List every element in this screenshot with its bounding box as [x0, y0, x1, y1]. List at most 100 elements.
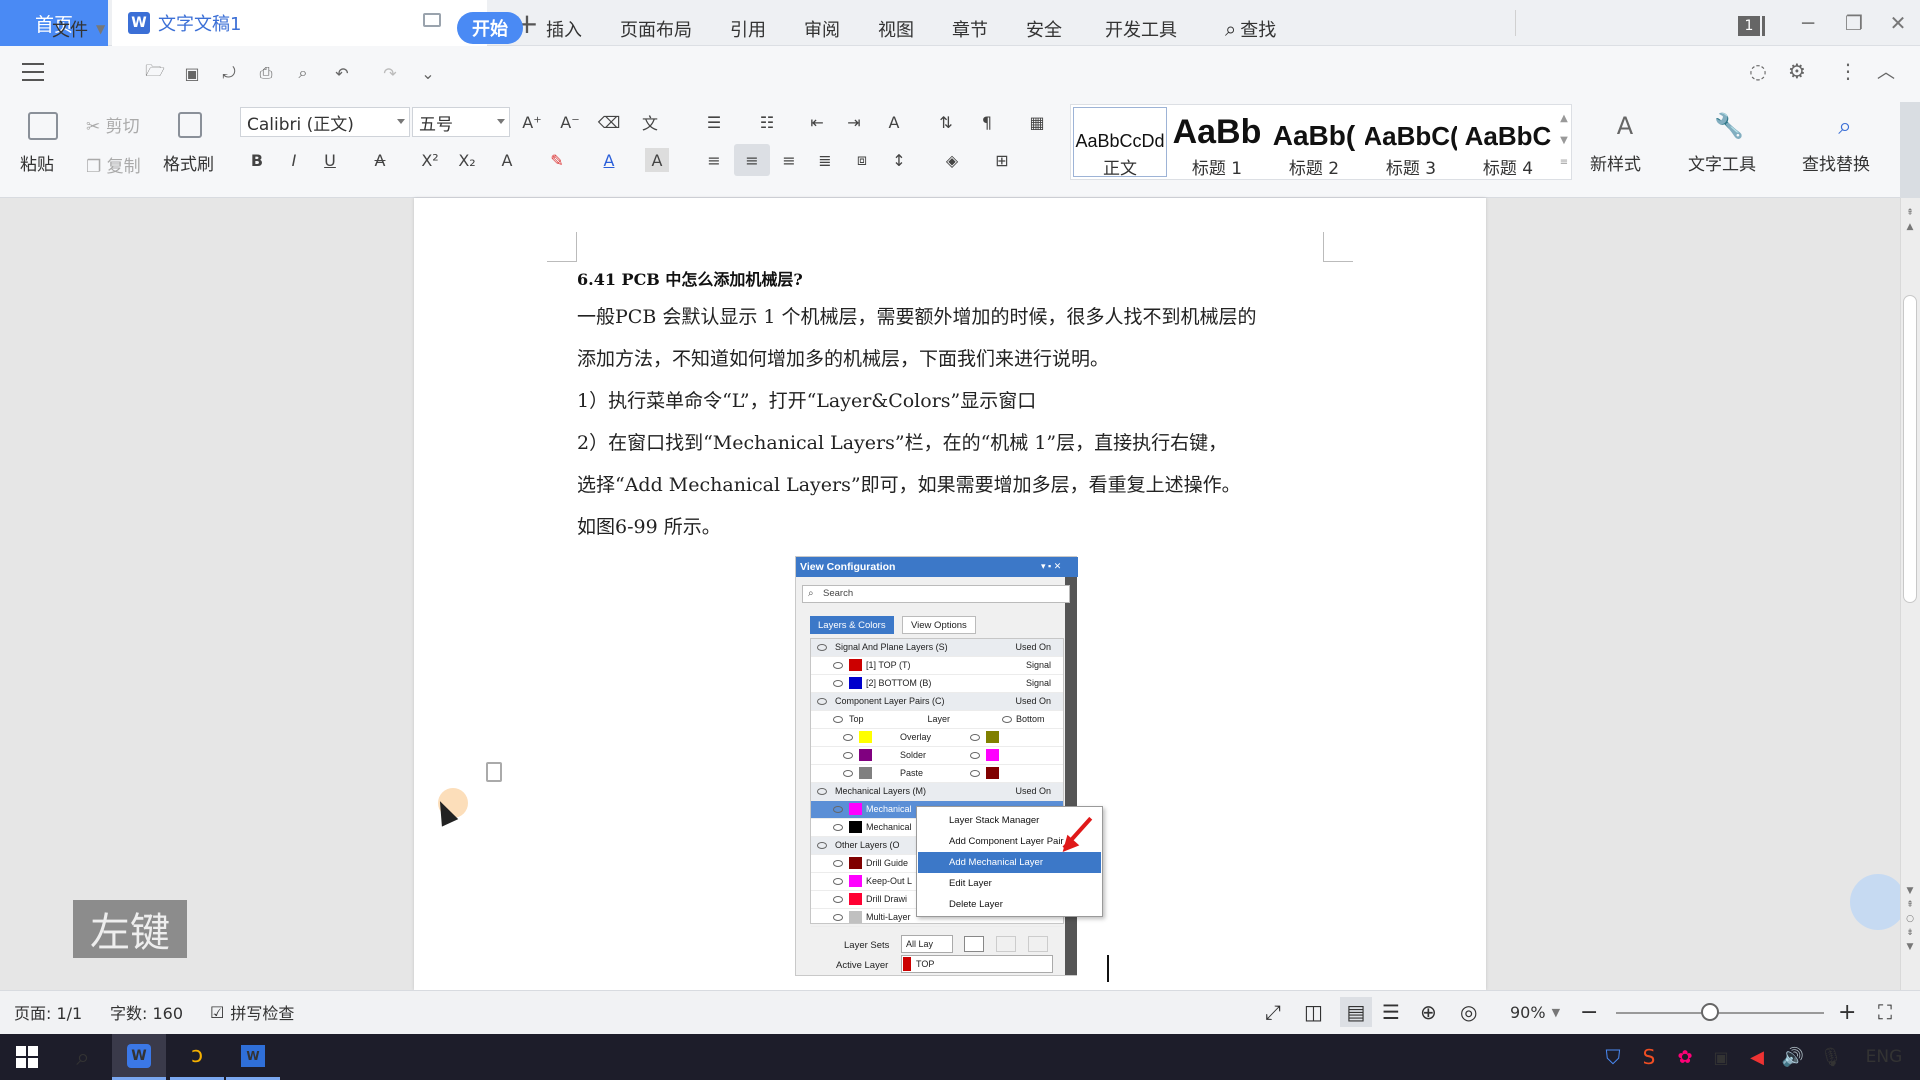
- undo-icon[interactable]: ↶: [332, 64, 352, 83]
- print-icon[interactable]: ⎙: [256, 63, 276, 82]
- tray-box-icon[interactable]: ▣: [1706, 1034, 1736, 1080]
- zoom-slider-thumb[interactable]: [1700, 1003, 1719, 1021]
- borders-icon[interactable]: ⊞: [990, 148, 1014, 172]
- tray-flag-icon[interactable]: ◀: [1742, 1034, 1772, 1080]
- grow-font-icon[interactable]: A⁺: [520, 110, 544, 134]
- shading-icon[interactable]: ◈: [940, 148, 964, 172]
- justify-icon[interactable]: ≣: [813, 148, 837, 172]
- shrink-font-icon[interactable]: A⁻: [558, 110, 582, 134]
- clear-format-icon[interactable]: ⌫: [597, 110, 621, 134]
- fit-page-icon[interactable]: ⛶: [1878, 1000, 1892, 1024]
- highlight-icon[interactable]: ✎: [545, 148, 569, 172]
- italic-icon[interactable]: I: [282, 148, 306, 172]
- window-count-badge[interactable]: 1: [1738, 16, 1760, 36]
- table-border-icon[interactable]: ▦: [1025, 110, 1049, 134]
- windows-start-icon[interactable]: [0, 1034, 54, 1080]
- tab-developer[interactable]: 开发工具: [1105, 14, 1177, 44]
- settings-icon[interactable]: ⚙: [1787, 59, 1807, 83]
- more-icon[interactable]: ⋮: [1838, 59, 1858, 83]
- bullet-list-icon[interactable]: ☰: [702, 110, 726, 134]
- app-taskbar-icon[interactable]: ↄ: [170, 1034, 224, 1080]
- reading-mode-icon[interactable]: ◫: [1304, 1000, 1323, 1024]
- microphone-icon[interactable]: 🎙: [1816, 1034, 1846, 1080]
- zoom-out-icon[interactable]: −: [1580, 1000, 1598, 1025]
- style-heading-4[interactable]: AaBbC 标题 4: [1461, 107, 1555, 179]
- tab-page-layout[interactable]: 页面布局: [620, 14, 692, 44]
- copy-button[interactable]: ❐ 复制: [86, 152, 141, 177]
- format-painter-button[interactable]: 格式刷: [163, 150, 214, 175]
- superscript-icon[interactable]: X²: [418, 148, 442, 172]
- tab-document[interactable]: W 文字文稿1: [112, 0, 487, 46]
- scroll-up-icon[interactable]: ⇞ ▲: [1903, 206, 1917, 234]
- tab-insert[interactable]: 插入: [546, 14, 582, 44]
- floating-assistant-icon[interactable]: [1850, 874, 1906, 930]
- collapse-ribbon-icon[interactable]: ︿: [1876, 62, 1896, 83]
- find-replace-button[interactable]: 查找替换: [1802, 150, 1870, 175]
- text-effect-icon[interactable]: A: [495, 148, 519, 172]
- close-icon[interactable]: ✕: [1878, 10, 1918, 36]
- minimize-icon[interactable]: ─: [1788, 10, 1828, 36]
- spell-check-button[interactable]: ☑ 拼写检查: [210, 1001, 294, 1024]
- zoom-in-icon[interactable]: +: [1838, 1000, 1856, 1025]
- strikethrough-icon[interactable]: A: [368, 148, 392, 172]
- outline-view-icon[interactable]: ☰: [1382, 1000, 1400, 1024]
- zoom-select[interactable]: 90% ▼: [1510, 1001, 1560, 1023]
- font-color-icon[interactable]: A: [597, 148, 621, 172]
- show-marks-icon[interactable]: ¶: [975, 110, 999, 134]
- word-count[interactable]: 字数: 160: [110, 1001, 183, 1023]
- scroll-nav-icons[interactable]: ▼ ⇞ ○ ⇟ ▼: [1903, 884, 1917, 954]
- tab-review[interactable]: 审阅: [804, 14, 840, 44]
- shield-icon[interactable]: ⛉: [1598, 1034, 1628, 1080]
- bold-icon[interactable]: B: [245, 148, 269, 172]
- cut-button[interactable]: ✂ 剪切: [86, 112, 140, 137]
- font-name-select[interactable]: Calibri (正文): [240, 107, 410, 137]
- style-normal[interactable]: AaBbCcDd 正文: [1073, 107, 1167, 179]
- distributed-icon[interactable]: ⧈: [850, 148, 874, 172]
- tab-start[interactable]: 开始: [457, 12, 523, 44]
- tray-app-icon[interactable]: ✿: [1670, 1034, 1700, 1080]
- comment-icon[interactable]: ◌: [1748, 59, 1768, 83]
- restore-icon[interactable]: ❐: [1834, 10, 1874, 36]
- open-icon[interactable]: 🗁: [145, 61, 165, 82]
- tab-view[interactable]: 视图: [878, 14, 914, 44]
- input-method-icon[interactable]: S: [1634, 1034, 1664, 1080]
- pinyin-icon[interactable]: 文: [638, 110, 662, 134]
- tab-references[interactable]: 引用: [730, 14, 766, 44]
- scrollbar-thumb[interactable]: [1903, 295, 1917, 603]
- decrease-indent-icon[interactable]: ⇤: [805, 110, 829, 134]
- fullscreen-icon[interactable]: ⤢: [1265, 1000, 1281, 1024]
- style-heading-1[interactable]: AaBb 标题 1: [1170, 107, 1264, 179]
- numbered-list-icon[interactable]: ☷: [755, 110, 779, 134]
- paste-options-icon[interactable]: [486, 762, 502, 782]
- tab-chapter[interactable]: 章节: [952, 14, 988, 44]
- line-spacing-icon[interactable]: ↕: [887, 148, 911, 172]
- paste-button[interactable]: 粘贴: [20, 150, 54, 175]
- volume-icon[interactable]: 🔊: [1778, 1034, 1808, 1080]
- file-menu[interactable]: 文件 ▼: [52, 14, 105, 44]
- format-painter-icon[interactable]: [178, 112, 202, 138]
- redo-icon[interactable]: ↷: [380, 64, 400, 83]
- subscript-icon[interactable]: X₂: [455, 148, 479, 172]
- chinese-layout-icon[interactable]: A: [882, 110, 906, 134]
- styles-scroll-icon[interactable]: ▲ ▼ ≡: [1558, 108, 1570, 176]
- customize-chevron-icon[interactable]: ⌄: [418, 64, 438, 83]
- underline-icon[interactable]: U: [318, 148, 342, 172]
- language-indicator[interactable]: ENG: [1852, 1034, 1916, 1080]
- tab-security[interactable]: 安全: [1026, 14, 1062, 44]
- zoom-slider[interactable]: [1616, 1012, 1824, 1014]
- char-shading-icon[interactable]: A: [645, 148, 669, 172]
- align-center-icon[interactable]: ≡: [734, 144, 770, 176]
- sort-icon[interactable]: ⇅: [934, 110, 958, 134]
- search-command[interactable]: ⌕ 查找: [1225, 14, 1276, 44]
- page-indicator[interactable]: 页面: 1/1: [14, 1001, 82, 1023]
- font-size-select[interactable]: 五号: [412, 107, 510, 137]
- align-left-icon[interactable]: ≡: [702, 148, 726, 172]
- new-style-button[interactable]: 新样式: [1590, 150, 1641, 175]
- style-heading-3[interactable]: AaBbC( 标题 3: [1364, 107, 1458, 179]
- hamburger-icon[interactable]: [22, 63, 44, 81]
- output-icon[interactable]: ⤾: [219, 63, 239, 82]
- print-preview-icon[interactable]: ⌕: [293, 63, 313, 82]
- style-heading-2[interactable]: AaBb( 标题 2: [1267, 107, 1361, 179]
- page-view-icon[interactable]: ▤: [1340, 997, 1372, 1027]
- paste-icon[interactable]: [28, 112, 58, 140]
